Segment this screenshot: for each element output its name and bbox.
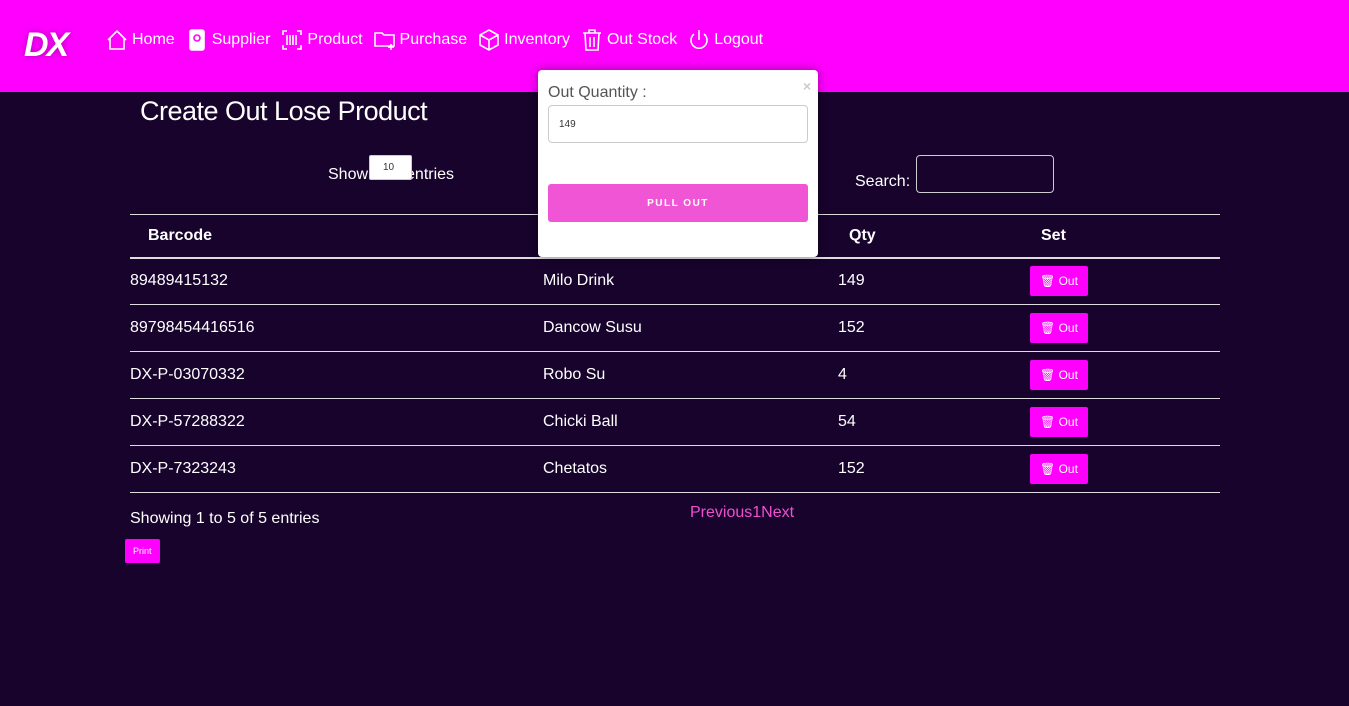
logo[interactable]: DX (24, 26, 69, 65)
power-icon (690, 30, 708, 49)
nav-label: Purchase (399, 31, 468, 48)
show-text: Show (328, 166, 369, 183)
qty-cell: 149 (838, 257, 1030, 305)
next-button[interactable]: Next (761, 504, 794, 521)
nav-label: Out Stock (606, 31, 678, 48)
col-barcode[interactable]: Barcode (130, 214, 543, 259)
page-1[interactable]: 1 (752, 504, 761, 521)
nav-label: Supplier (211, 31, 271, 48)
nav-product[interactable]: Product (280, 28, 363, 52)
qty-cell: 4 (838, 351, 1030, 399)
out-button[interactable]: 🗑 Out (1030, 454, 1088, 484)
out-button[interactable]: 🗑 Out (1030, 313, 1088, 343)
set-cell: 🗑 Out (1030, 257, 1220, 305)
search-input[interactable] (916, 155, 1054, 193)
page-title: Create Out Lose Product (140, 96, 428, 126)
folder-plus-icon (373, 32, 395, 50)
barcode-cell: DX-P-03070332 (130, 351, 543, 399)
out-button[interactable]: 🗑 Out (1030, 360, 1088, 390)
pull-out-button[interactable]: PULL OUT (548, 184, 808, 222)
name-cell: Milo Drink (543, 257, 838, 305)
pagination: Previous1Next (690, 504, 794, 522)
col-set: Set (1030, 214, 1220, 259)
box-icon (479, 29, 499, 51)
name-cell: Dancow Susu (543, 304, 838, 352)
set-cell: 🗑 Out (1030, 445, 1220, 493)
out-quantity-modal: Out Quantity : × PULL OUT (538, 70, 818, 257)
table-info: Showing 1 to 5 of 5 entries (130, 510, 320, 527)
name-cell: Chicki Ball (543, 398, 838, 446)
nav-label: Home (132, 31, 175, 48)
out-quantity-label: Out Quantity : (548, 84, 647, 101)
id-badge-icon (188, 29, 205, 51)
barcode-cell: DX-P-57288322 (130, 398, 543, 446)
nav-out-stock[interactable]: Out Stock (580, 28, 677, 52)
entries-select[interactable]: 10 (369, 155, 412, 180)
trash-icon (582, 29, 601, 51)
set-cell: 🗑 Out (1030, 398, 1220, 446)
nav-label: Product (307, 31, 363, 48)
barcode-icon (282, 30, 303, 50)
nav-inventory[interactable]: Inventory (477, 28, 570, 52)
search-label: Search: (855, 173, 911, 190)
out-quantity-input[interactable] (548, 105, 808, 143)
table-row: DX-P-57288322 Chicki Ball 54 🗑 Out (130, 398, 1220, 446)
prev-button[interactable]: Previous (690, 504, 752, 521)
name-cell: Robo Su (543, 351, 838, 399)
close-icon[interactable]: × (803, 78, 811, 94)
nav-purchase[interactable]: Purchase (373, 28, 468, 52)
nav-label: Inventory (504, 31, 570, 48)
out-button[interactable]: 🗑 Out (1030, 266, 1088, 297)
barcode-cell: 89489415132 (130, 257, 543, 305)
barcode-cell: 89798454416516 (130, 304, 543, 352)
print-button[interactable]: Print (125, 539, 160, 563)
qty-cell: 152 (838, 304, 1030, 352)
barcode-cell: DX-P-7323243 (130, 445, 543, 493)
nav-home[interactable]: Home (105, 28, 175, 52)
table-row: 89489415132 Milo Drink 149 🗑 Out (130, 257, 1220, 305)
table-row: DX-P-03070332 Robo Su 4 🗑 Out (130, 351, 1220, 399)
table-row: DX-P-7323243 Chetatos 152 🗑 Out (130, 445, 1220, 493)
qty-cell: 54 (838, 398, 1030, 446)
set-cell: 🗑 Out (1030, 304, 1220, 352)
col-qty[interactable]: Qty (838, 214, 1030, 259)
home-icon (107, 29, 127, 50)
name-cell: Chetatos (543, 445, 838, 493)
table-row: 89798454416516 Dancow Susu 152 🗑 Out (130, 304, 1220, 352)
qty-cell: 152 (838, 445, 1030, 493)
out-button[interactable]: 🗑 Out (1030, 407, 1088, 437)
nav-logout[interactable]: Logout (687, 28, 763, 52)
entries-text: entries (406, 166, 455, 183)
nav-menu: Home Supplier Product Purchase Inventory… (105, 28, 763, 52)
nav-supplier[interactable]: Supplier (185, 28, 271, 52)
set-cell: 🗑 Out (1030, 351, 1220, 399)
nav-label: Logout (714, 31, 764, 48)
